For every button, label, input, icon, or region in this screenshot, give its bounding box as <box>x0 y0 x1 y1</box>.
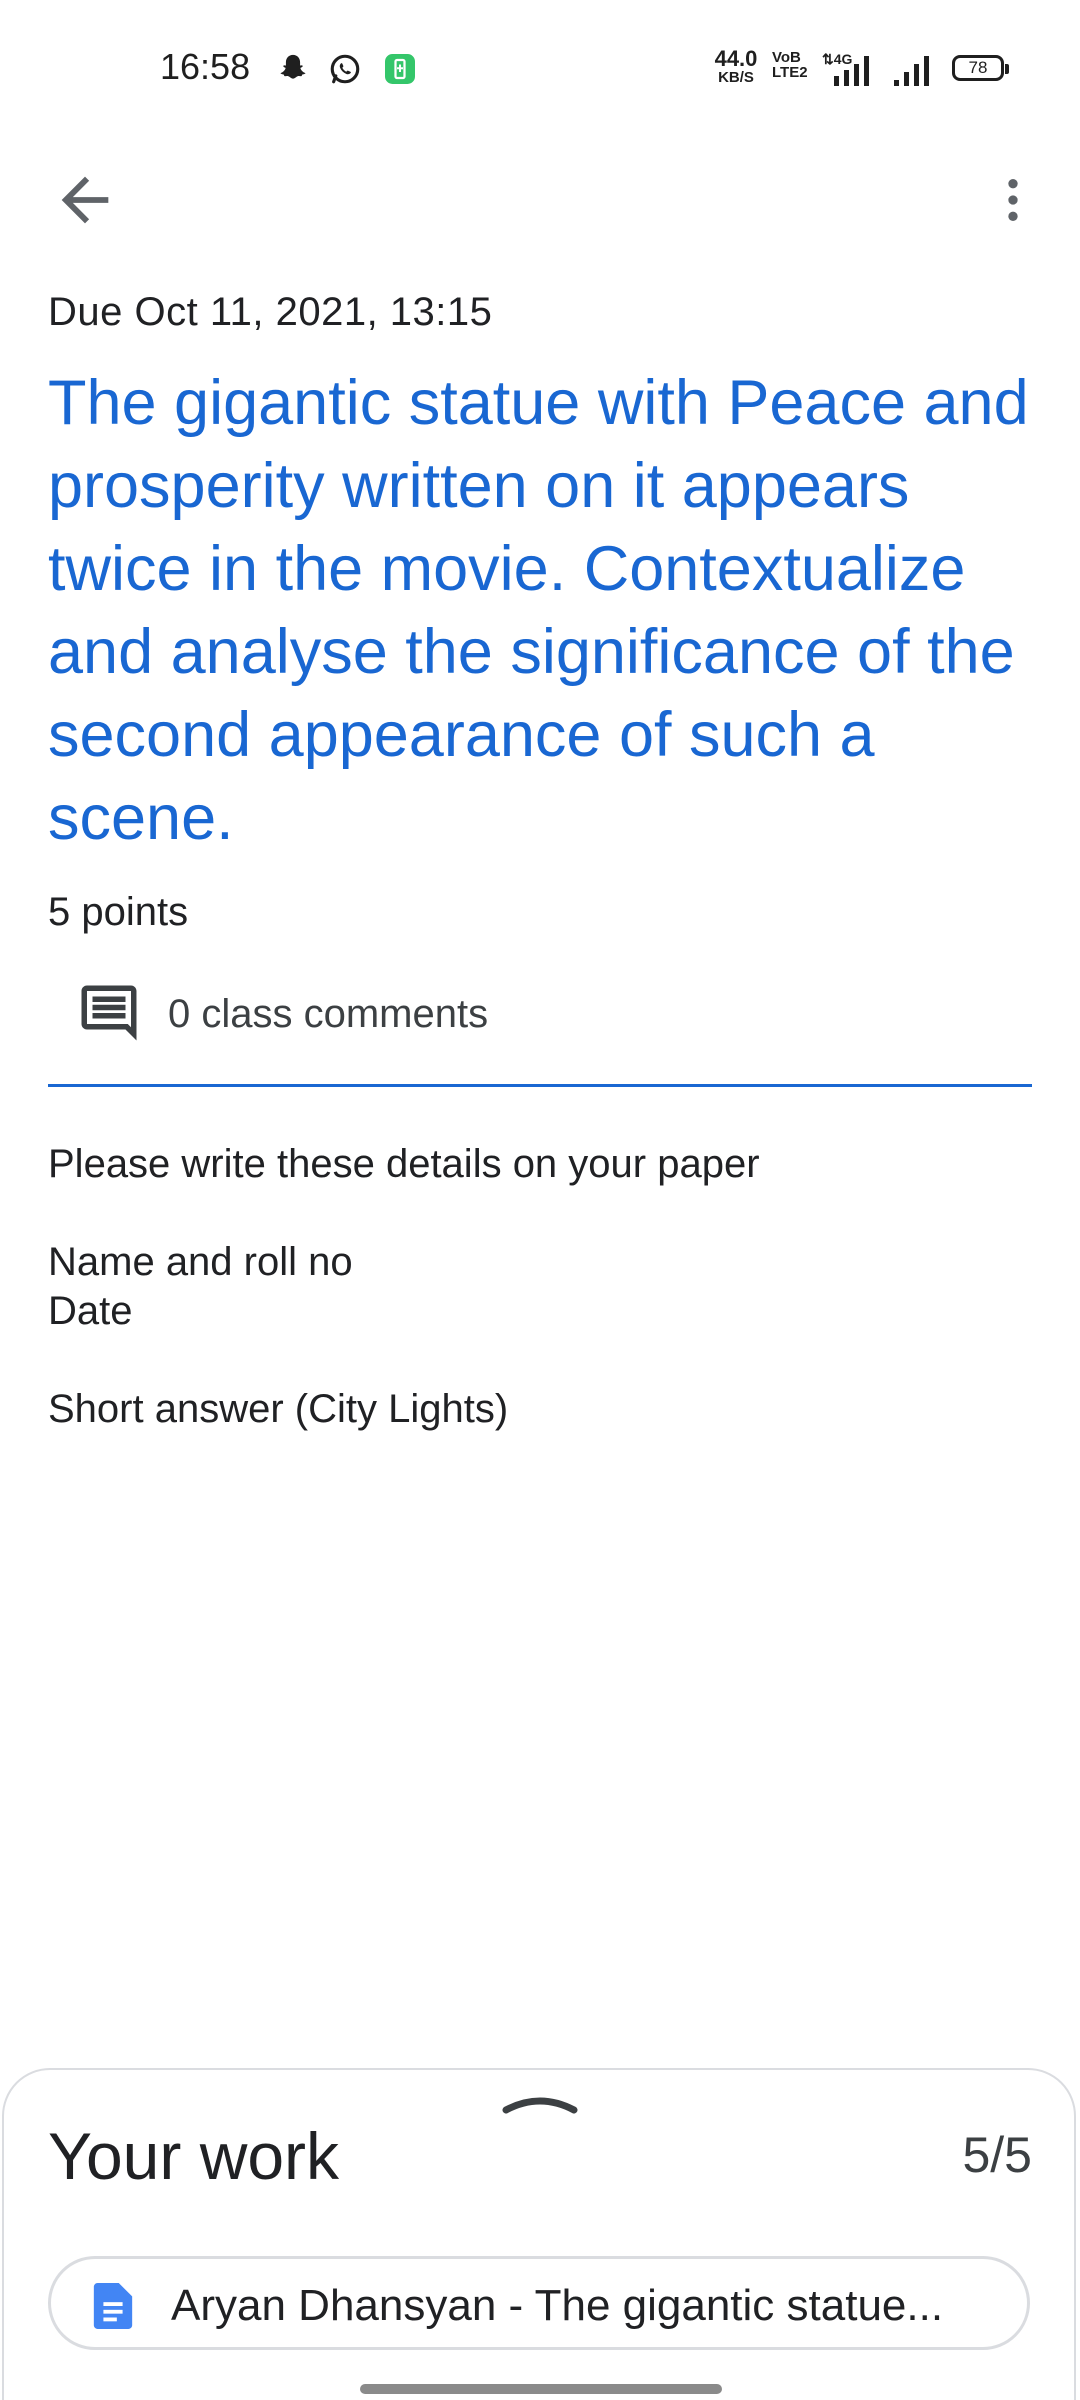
due-date: Due Oct 11, 2021, 13:15 <box>48 290 493 334</box>
google-docs-icon <box>93 2283 133 2329</box>
comment-icon <box>81 985 137 1041</box>
attachment-label: Aryan Dhansyan - The gigantic statue... <box>171 2281 944 2330</box>
description-line: Date <box>48 1289 133 1333</box>
chevron-up-icon[interactable] <box>500 2088 580 2118</box>
description-line: Short answer (City Lights) <box>48 1387 509 1431</box>
volte-indicator: VoB LTE2 <box>772 50 808 80</box>
attachment-chip[interactable]: Aryan Dhansyan - The gigantic statue... <box>48 2256 1030 2350</box>
whatsapp-icon <box>330 54 360 84</box>
snapchat-icon <box>280 54 306 79</box>
description-line: Please write these details on your paper <box>48 1142 760 1186</box>
status-time: 16:58 <box>160 46 251 87</box>
work-count: 5/5 <box>962 2127 1032 2183</box>
battery-saver-icon <box>385 54 415 84</box>
your-work-title: Your work <box>48 2119 340 2193</box>
more-vert-icon[interactable] <box>985 165 1041 235</box>
class-comments-label: 0 class comments <box>168 992 489 1036</box>
volte-top-label: VoB <box>772 49 801 66</box>
battery-indicator: 78 <box>952 55 1009 81</box>
network-speed: 44.0 KB/S <box>706 46 766 86</box>
gesture-nav-bar[interactable] <box>360 2384 722 2394</box>
network-speed-value: 44.0 <box>714 46 758 71</box>
assignment-screen: 16:58 44.0 KB/S VoB LTE2 ⇅4G 78 Due Oct … <box>0 0 1080 2400</box>
class-comments-button[interactable]: 0 class comments <box>48 970 1032 1060</box>
description-line: Name and roll no <box>48 1240 353 1284</box>
assignment-title: The gigantic statue with Peace and prosp… <box>48 368 1029 853</box>
network-speed-unit: KB/S <box>718 69 754 86</box>
arrow-back-icon[interactable] <box>50 165 120 235</box>
svg-text:⇅4G: ⇅4G <box>822 51 853 67</box>
divider <box>48 1084 1032 1087</box>
status-bar: 16:58 44.0 KB/S VoB LTE2 ⇅4G 78 <box>0 0 1080 140</box>
4g-signal-icon: ⇅4G <box>822 51 869 86</box>
points-label: 5 points <box>48 890 189 934</box>
volte-bottom-label: LTE2 <box>772 64 808 81</box>
signal-icon <box>894 56 929 86</box>
